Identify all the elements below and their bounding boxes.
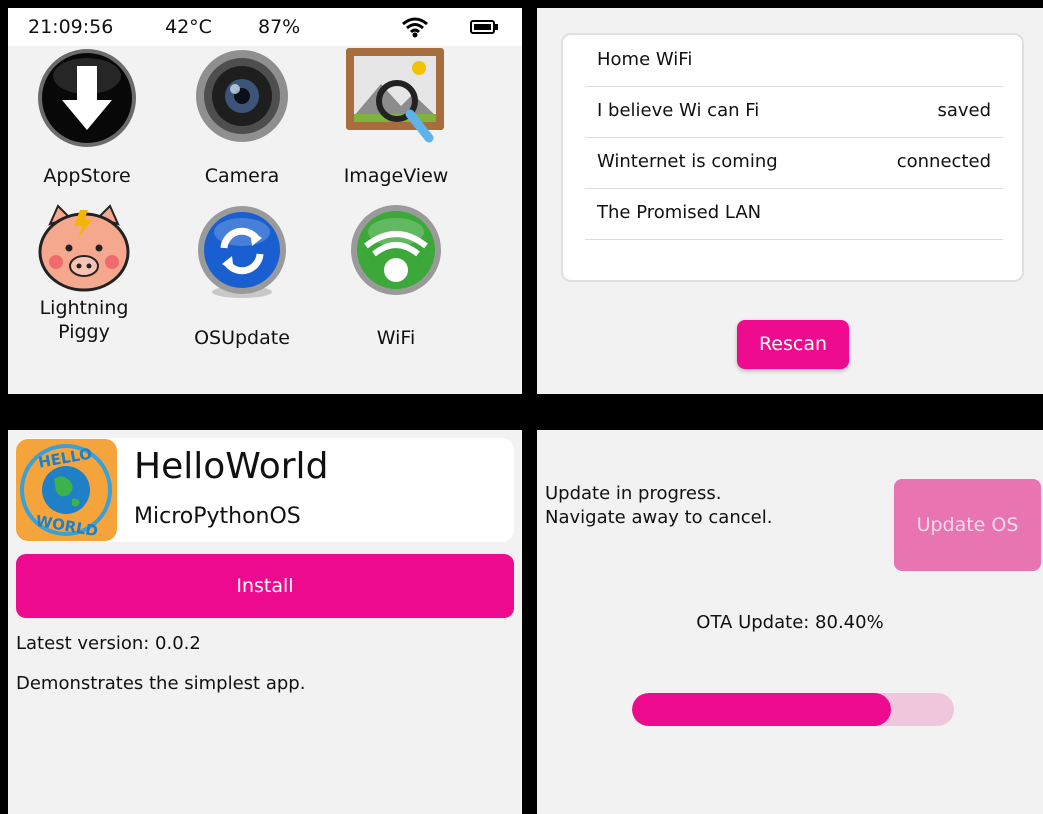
app-detail-screen: HELLO WORLD HelloWorld MicroPythonOS Ins… — [8, 430, 522, 814]
app-name: HelloWorld — [134, 446, 329, 487]
update-message: Update in progress. Navigate away to can… — [545, 482, 772, 530]
battery-percent-text: 87% — [258, 16, 301, 38]
refresh-icon — [198, 206, 286, 298]
wifi-screen: Home WiFi I believe Wi can Fi saved Wint… — [537, 8, 1043, 394]
launcher-screen: 21:09:56 42°C 87% AppStore Camera ImageV… — [8, 8, 522, 394]
app-imageview[interactable]: ImageView — [326, 46, 466, 196]
osupdate-screen: Update in progress. Navigate away to can… — [537, 430, 1043, 814]
app-appstore[interactable]: AppStore — [17, 46, 157, 196]
network-name: Winternet is coming — [597, 151, 778, 172]
app-lightning-piggy[interactable]: Lightning Piggy — [14, 204, 154, 354]
ota-progress-text: OTA Update: 80.40% — [696, 612, 884, 633]
wifi-signal-icon — [402, 17, 428, 38]
helloworld-logo-icon: HELLO WORLD — [16, 439, 117, 541]
battery-icon — [470, 20, 498, 34]
app-header-card: HELLO WORLD HelloWorld MicroPythonOS — [16, 438, 514, 542]
network-list: Home WiFi I believe Wi can Fi saved Wint… — [561, 33, 1024, 282]
rescan-button[interactable]: Rescan — [737, 320, 849, 369]
piggy-icon — [38, 204, 130, 292]
app-wifi[interactable]: WiFi — [326, 204, 466, 354]
network-name: I believe Wi can Fi — [597, 100, 760, 121]
description-text: Demonstrates the simplest app. — [16, 673, 306, 694]
app-label: Camera — [204, 165, 280, 187]
app-camera[interactable]: Camera — [172, 46, 312, 196]
status-bar: 21:09:56 42°C 87% — [8, 8, 522, 46]
network-row[interactable]: The Promised LAN — [585, 188, 1003, 240]
update-message-line1: Update in progress. — [545, 483, 722, 504]
app-label: WiFi — [376, 327, 416, 349]
app-label: Lightning Piggy — [39, 297, 129, 343]
update-os-button[interactable]: Update OS — [894, 479, 1041, 571]
network-row[interactable]: Winternet is coming connected — [585, 137, 1003, 189]
camera-lens-icon — [196, 50, 288, 142]
wifi-icon — [351, 205, 441, 295]
ota-progress-bar — [632, 693, 954, 726]
network-status: saved — [937, 100, 991, 121]
update-message-line2: Navigate away to cancel. — [545, 507, 773, 528]
temperature-text: 42°C — [165, 16, 212, 38]
network-name: The Promised LAN — [597, 202, 762, 223]
install-button[interactable]: Install — [16, 554, 514, 618]
app-publisher: MicroPythonOS — [134, 504, 301, 529]
app-label: AppStore — [43, 165, 131, 187]
network-row[interactable]: Home WiFi — [585, 35, 1003, 87]
ota-progress-fill — [632, 693, 891, 726]
network-name: Home WiFi — [597, 49, 693, 70]
image-magnifier-icon — [346, 48, 444, 143]
appstore-download-icon — [38, 49, 136, 147]
clock-text: 21:09:56 — [28, 16, 114, 38]
network-status: connected — [896, 151, 991, 172]
version-text: Latest version: 0.0.2 — [16, 633, 201, 654]
app-label: ImageView — [343, 165, 449, 187]
app-osupdate[interactable]: OSUpdate — [172, 204, 312, 354]
app-label: OSUpdate — [194, 327, 290, 349]
network-row[interactable]: I believe Wi can Fi saved — [585, 86, 1003, 138]
